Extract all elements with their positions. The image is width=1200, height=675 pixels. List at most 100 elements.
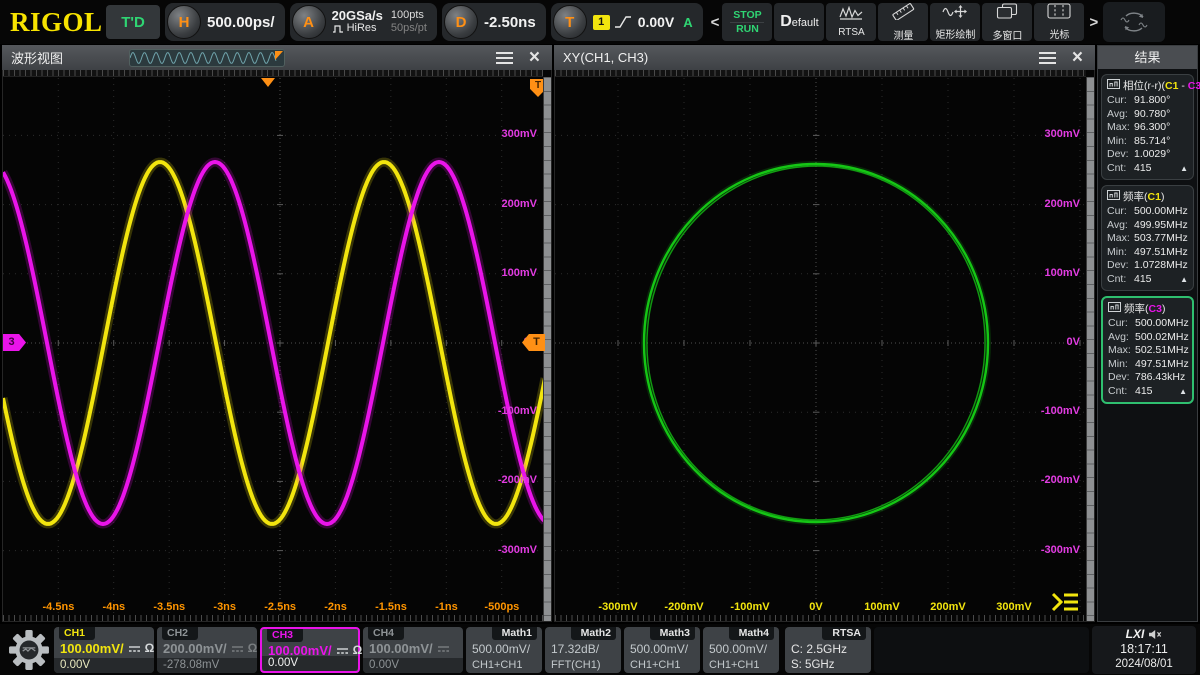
toolbar-button-rect-draw[interactable]: 矩形绘制 [930, 3, 980, 41]
stat-key: Cur: [1107, 94, 1134, 108]
horizontal-scale-value: 500.00ps/ [207, 14, 275, 31]
math-scale: 500.00mV/ [472, 641, 538, 658]
math-block-math1[interactable]: Math1500.00mV/CH1+CH1 [466, 627, 542, 673]
measurement-cards: 相位(r-r)(C1 - C3)Cur:91.800°Avg:90.780°Ma… [1098, 69, 1197, 414]
acquire-knob[interactable]: A [292, 5, 326, 39]
y-axis-label: -100mV [1028, 405, 1080, 417]
channel-block-ch3[interactable]: CH3100.00mV/Ω0.00V [260, 627, 360, 673]
measurement-row: Cur:500.00MHz [1107, 205, 1188, 219]
menu-scroll-left-icon[interactable]: < [708, 14, 723, 31]
button-label: 测量 [893, 27, 913, 42]
measurement-row: Cnt:415▲ [1107, 273, 1188, 287]
impedance-icon: Ω [145, 640, 155, 657]
stat-value: 502.51MHz [1135, 344, 1189, 358]
xy-view-title: XY(CH1, CH3) [554, 50, 648, 65]
trigger-knob[interactable]: T [553, 5, 587, 39]
rectdraw-icon [942, 4, 968, 24]
measurement-type-icon [1108, 302, 1121, 315]
stat-key: Cur: [1108, 317, 1135, 331]
math-block-math2[interactable]: Math217.32dB/FFT(CH1) [545, 627, 621, 673]
measurement-row: Min:497.51MHz [1107, 246, 1188, 260]
waveform-preview-scrollbar[interactable] [129, 49, 285, 67]
system-time: 18:17:11 [1120, 642, 1168, 657]
stat-value: 1.0728MHz [1134, 259, 1188, 273]
math-operation: CH1+CH1 [703, 658, 779, 673]
close-icon[interactable]: × [529, 49, 540, 67]
toolbar-button-multi-window[interactable]: 多窗口 [982, 3, 1032, 41]
collapse-icon[interactable]: ▲ [1179, 385, 1187, 399]
measurement-card-freq-c1[interactable]: 频率(C1)Cur:500.00MHzAvg:499.95MHzMax:503.… [1101, 185, 1194, 291]
channel-scale: 100.00mV/ [369, 640, 459, 657]
trigger-status-button[interactable]: T'D [106, 5, 160, 39]
channel-block-ch4[interactable]: CH4100.00mV/0.00V [363, 627, 463, 673]
rtsa-status-block[interactable]: RTSA C: 2.5GHz S: 5GHz [785, 627, 871, 673]
windows-icon [996, 3, 1018, 25]
toolbar-button-rtsa[interactable]: RTSA [826, 3, 876, 41]
window-swap-button[interactable] [1103, 2, 1165, 42]
trigger-source-badge[interactable]: 1 [593, 15, 610, 30]
collapse-icon[interactable]: ▲ [1180, 162, 1188, 176]
measurement-label: 频率(C1) [1107, 189, 1188, 204]
horizontal-scale-control[interactable]: H 500.00ps/ [165, 3, 285, 41]
measurement-row: Dev:1.0728MHz [1107, 259, 1188, 273]
stat-key: Min: [1108, 358, 1135, 372]
stat-value: 415 [1135, 385, 1153, 399]
toolbar-button-default[interactable]: Default [774, 3, 824, 41]
acquire-control[interactable]: A 20GSa/s HiRes 100pts 50ps/pt [290, 3, 437, 41]
stat-key: Dev: [1108, 371, 1135, 385]
menu-icon[interactable] [1039, 52, 1056, 64]
channel-scale: 200.00mV/Ω [163, 640, 253, 657]
menu-scroll-right-icon[interactable]: > [1086, 14, 1101, 31]
vertical-scrollbar[interactable] [1086, 77, 1094, 621]
menu-icon[interactable] [496, 52, 513, 64]
channel-block-ch2[interactable]: CH2200.00mV/Ω-278.08mV [157, 627, 257, 673]
channel-tab: CH3 [267, 629, 303, 642]
expand-menu-icon[interactable] [1050, 591, 1080, 613]
measurement-row: Avg:499.95MHz [1107, 219, 1188, 233]
dc-coupling-icon [231, 640, 244, 657]
channel-scale: 100.00mV/Ω [60, 640, 150, 657]
math-block-math4[interactable]: Math4500.00mV/CH1+CH1 [703, 627, 779, 673]
delay-control[interactable]: D -2.50ns [442, 3, 546, 41]
channel-offset: 0.00V [363, 658, 463, 673]
channel-tab: CH4 [368, 627, 404, 640]
y-axis-label: -300mV [485, 544, 537, 556]
channel-block-ch1[interactable]: CH1100.00mV/Ω0.00V [54, 627, 154, 673]
x-axis-label: 300mV [984, 601, 1044, 613]
y-axis-label: 200mV [1028, 198, 1080, 210]
dc-coupling-icon [128, 640, 141, 657]
top-toolbar: RIGOL T'D H 500.00ps/ A 20GSa/s HiRes 10… [0, 0, 1200, 44]
y-axis-label: -200mV [1028, 474, 1080, 486]
math-block-math3[interactable]: Math3500.00mV/CH1+CH1 [624, 627, 700, 673]
delay-knob[interactable]: D [444, 5, 478, 39]
toolbar-button-measure[interactable]: 测量 [878, 3, 928, 41]
measurement-label: 频率(C3) [1108, 301, 1187, 316]
stat-key: Dev: [1107, 148, 1134, 162]
channel-offset: 0.00V [262, 656, 358, 671]
settings-gear-button[interactable] [4, 626, 54, 674]
stat-value: 500.00MHz [1135, 317, 1189, 331]
stat-key: Cnt: [1107, 162, 1134, 176]
horizontal-ruler[interactable] [3, 70, 543, 77]
collapse-icon[interactable]: ▲ [1180, 273, 1188, 287]
horizontal-position-marker[interactable] [261, 78, 275, 87]
toolbar-button-run-stop[interactable]: STOPRUN [722, 3, 772, 41]
toolbar-button-cursor[interactable]: 光标 [1034, 3, 1084, 41]
xy-grid [555, 70, 1088, 622]
trigger-control[interactable]: T 1 0.00V A [551, 3, 703, 41]
scale-value: 100.00mV/ [369, 640, 433, 657]
close-icon[interactable]: × [1072, 49, 1083, 67]
waveform-grid [3, 70, 545, 622]
horizontal-knob[interactable]: H [167, 5, 201, 39]
run-stop-labels: STOPRUN [722, 9, 772, 36]
clock-block[interactable]: LXI 18:17:11 2024/08/01 [1092, 626, 1196, 674]
measurement-card-phase-c1-c3[interactable]: 相位(r-r)(C1 - C3)Cur:91.800°Avg:90.780°Ma… [1101, 74, 1194, 180]
delay-value: -2.50ns [484, 14, 536, 31]
swap-arrows-icon [1115, 8, 1153, 36]
stat-value: 503.77MHz [1134, 232, 1188, 246]
math-operation: FFT(CH1) [545, 658, 621, 673]
measurement-card-freq-c3[interactable]: 频率(C3)Cur:500.00MHzAvg:500.02MHzMax:502.… [1101, 296, 1194, 404]
x-axis-label: 100mV [852, 601, 912, 613]
measurement-row: Max:96.300° [1107, 121, 1188, 135]
gear-icon [8, 629, 50, 671]
